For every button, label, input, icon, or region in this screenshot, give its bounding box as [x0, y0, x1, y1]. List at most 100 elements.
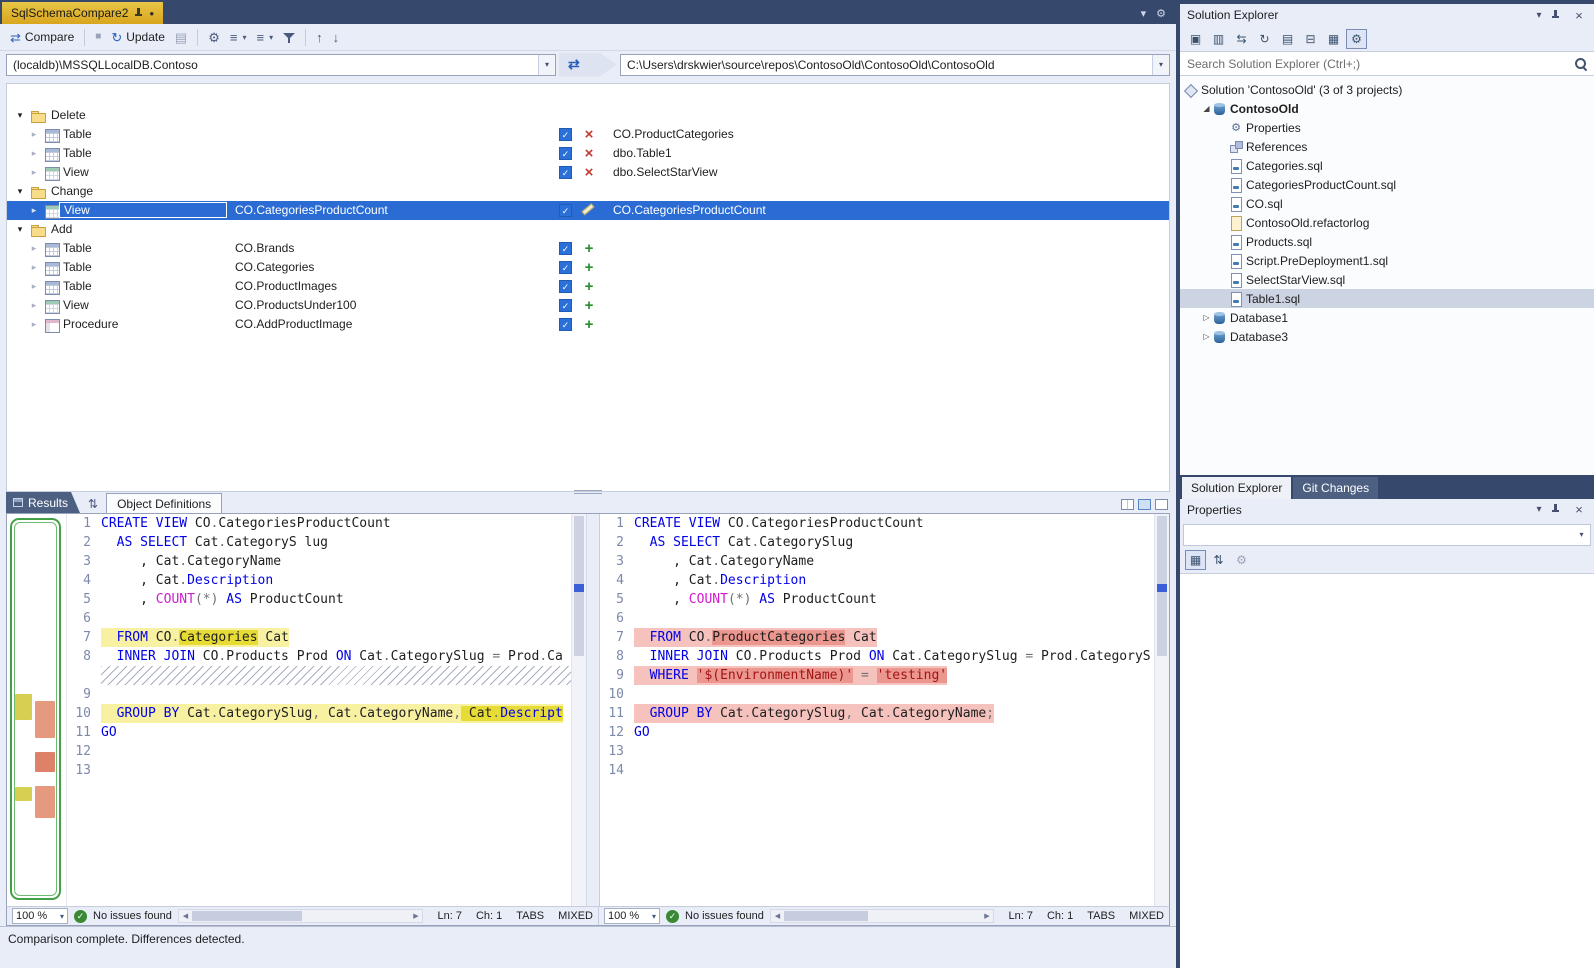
code-line[interactable]: 4 , Cat.Description: [67, 571, 586, 590]
tree-item[interactable]: Properties: [1180, 118, 1594, 137]
refresh-button[interactable]: ↻: [1254, 29, 1275, 49]
update-button[interactable]: ↻Update: [107, 26, 169, 48]
properties-title-bar[interactable]: Properties ▾ ×: [1180, 499, 1594, 521]
switch-views-button[interactable]: ▣: [1185, 29, 1206, 49]
code-line[interactable]: 13: [67, 761, 586, 780]
code-line[interactable]: 14: [600, 761, 1169, 780]
comparison-grid[interactable]: ▾Delete▸Table✓×CO.ProductCategories▸Tabl…: [6, 83, 1170, 492]
pin-icon[interactable]: [1551, 10, 1567, 21]
properties-object-dropdown[interactable]: ▾: [1183, 524, 1591, 546]
expander-icon[interactable]: ▸: [27, 201, 41, 220]
source-code-editor[interactable]: 1CREATE VIEW CO.CategoriesProductCount2 …: [67, 514, 587, 906]
expander-icon[interactable]: ▸: [27, 315, 41, 334]
sort-order-icon[interactable]: ⇅: [88, 497, 98, 511]
grid-section-add[interactable]: ▾Add: [7, 220, 1169, 239]
tree-expander-icon[interactable]: ▷: [1200, 313, 1213, 322]
code-line[interactable]: [67, 666, 586, 685]
tree-item[interactable]: Categories.sql: [1180, 156, 1594, 175]
search-icon[interactable]: [1574, 57, 1587, 70]
code-line[interactable]: 7 FROM CO.Categories Cat: [67, 628, 586, 647]
grid-row[interactable]: ▸View✓×dbo.SelectStarView: [7, 163, 1169, 182]
include-checkbox[interactable]: ✓: [559, 261, 572, 274]
expander-icon[interactable]: ▸: [27, 163, 41, 182]
filter-results-button[interactable]: ≡▾: [252, 26, 277, 48]
alphabetical-button[interactable]: ⇅: [1208, 550, 1229, 570]
diff-band[interactable]: [35, 701, 55, 738]
grid-row[interactable]: ▸TableCO.ProductImages✓+: [7, 277, 1169, 296]
tree-item[interactable]: Products.sql: [1180, 232, 1594, 251]
code-line[interactable]: 1CREATE VIEW CO.CategoriesProductCount: [67, 514, 586, 533]
properties-grid[interactable]: [1180, 574, 1594, 968]
close-icon[interactable]: ×: [1571, 502, 1587, 517]
scroll-right-icon[interactable]: ▶: [409, 912, 422, 920]
editor-splitter[interactable]: [587, 514, 600, 906]
expander-icon[interactable]: ▸: [27, 144, 41, 163]
group-results-button[interactable]: ≡▾: [226, 26, 251, 48]
tree-item[interactable]: CategoriesProductCount.sql: [1180, 175, 1594, 194]
diff-overview-map[interactable]: [7, 514, 67, 906]
source-code[interactable]: 1CREATE VIEW CO.CategoriesProductCount2 …: [67, 514, 586, 906]
document-tab[interactable]: SqlSchemaCompare2 ●: [2, 2, 163, 24]
code-line[interactable]: 10 GROUP BY Cat.CategorySlug, Cat.Catego…: [67, 704, 586, 723]
scroll-left-icon[interactable]: ◀: [771, 912, 784, 920]
grid-row[interactable]: ▸TableCO.Brands✓+: [7, 239, 1169, 258]
chevron-down-icon[interactable]: ▾: [1573, 525, 1590, 545]
previous-difference-button[interactable]: ↑: [312, 26, 327, 48]
code-line[interactable]: 12: [67, 742, 586, 761]
pin-icon[interactable]: [134, 8, 143, 19]
vertical-scrollbar[interactable]: [571, 514, 586, 906]
grid-row[interactable]: ▸ViewCO.CategoriesProductCount✓CO.Catego…: [7, 201, 1169, 220]
code-line[interactable]: 11 GROUP BY Cat.CategorySlug, Cat.Catego…: [600, 704, 1169, 723]
compare-button[interactable]: ⇄Compare: [6, 26, 78, 48]
switch-direction-button[interactable]: ⇄: [559, 53, 617, 77]
pin-icon[interactable]: [1551, 504, 1567, 515]
expander-icon[interactable]: ▸: [27, 239, 41, 258]
code-line[interactable]: 6: [600, 609, 1169, 628]
code-line[interactable]: 2 AS SELECT Cat.CategorySlug: [600, 533, 1169, 552]
code-line[interactable]: 1CREATE VIEW CO.CategoriesProductCount: [600, 514, 1169, 533]
include-checkbox[interactable]: ✓: [559, 299, 572, 312]
diff-band[interactable]: [15, 787, 32, 801]
chevron-down-icon[interactable]: ▾: [1152, 55, 1169, 75]
close-icon[interactable]: ×: [1571, 8, 1587, 23]
tab-object-definitions[interactable]: Object Definitions: [106, 493, 222, 513]
code-line[interactable]: 8 INNER JOIN CO.Products Prod ON Cat.Cat…: [67, 647, 586, 666]
expander-icon[interactable]: ▸: [27, 296, 41, 315]
code-line[interactable]: 11GO: [67, 723, 586, 742]
tab-solution-explorer[interactable]: Solution Explorer: [1182, 477, 1291, 499]
tree-item[interactable]: ▷Database1: [1180, 308, 1594, 327]
tree-item[interactable]: ContosoOld.refactorlog: [1180, 213, 1594, 232]
code-line[interactable]: 10: [600, 685, 1169, 704]
code-line[interactable]: 3 , Cat.CategoryName: [600, 552, 1169, 571]
code-line[interactable]: 3 , Cat.CategoryName: [67, 552, 586, 571]
scrollbar-thumb[interactable]: [784, 911, 869, 921]
target-code[interactable]: 1CREATE VIEW CO.CategoriesProductCount2 …: [600, 514, 1169, 906]
collapse-all-button[interactable]: ⊟: [1300, 29, 1321, 49]
property-pages-button[interactable]: ⚙: [1231, 550, 1252, 570]
expander-icon[interactable]: ▾: [13, 106, 27, 125]
include-checkbox[interactable]: ✓: [559, 318, 572, 331]
vertical-scrollbar[interactable]: [1154, 514, 1169, 906]
expander-icon[interactable]: ▸: [27, 125, 41, 144]
tree-item[interactable]: Solution 'ContosoOld' (3 of 3 projects): [1180, 80, 1594, 99]
tree-item[interactable]: CO.sql: [1180, 194, 1594, 213]
scrollbar-thumb[interactable]: [192, 911, 302, 921]
generate-script-button[interactable]: ▤: [171, 26, 191, 48]
grid-row[interactable]: ▸Table✓×CO.ProductCategories: [7, 125, 1169, 144]
code-line[interactable]: 6: [67, 609, 586, 628]
scroll-right-icon[interactable]: ▶: [980, 912, 993, 920]
expander-icon[interactable]: ▸: [27, 258, 41, 277]
pending-changes-filter-button[interactable]: ▥: [1208, 29, 1229, 49]
show-all-files-button[interactable]: ▦: [1323, 29, 1344, 49]
tree-expander-icon[interactable]: ▷: [1200, 332, 1213, 341]
document-dropdown-icon[interactable]: ▾: [1141, 7, 1147, 20]
window-options-icon[interactable]: ⚙: [1156, 7, 1166, 20]
solution-tree[interactable]: Solution 'ContosoOld' (3 of 3 projects)◢…: [1180, 76, 1594, 475]
zoom-select[interactable]: 100 % ▾: [12, 908, 68, 924]
code-line[interactable]: 12GO: [600, 723, 1169, 742]
source-dropdown[interactable]: (localdb)\MSSQLLocalDB.Contoso ▾: [6, 54, 556, 76]
stop-button[interactable]: ■: [91, 26, 105, 48]
diff-band[interactable]: [15, 694, 32, 720]
pane-single-icon[interactable]: [1155, 499, 1168, 510]
tree-item[interactable]: References: [1180, 137, 1594, 156]
